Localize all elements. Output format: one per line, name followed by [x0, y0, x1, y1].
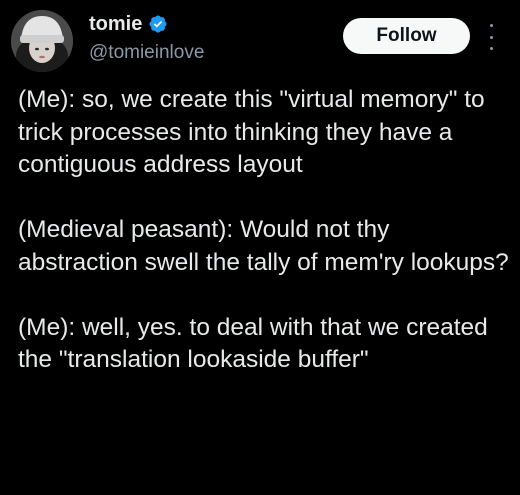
avatar[interactable] [11, 10, 73, 72]
more-options-icon[interactable] [486, 24, 496, 50]
tweet-paragraph: (Medieval peasant): Would not thy abstra… [18, 216, 509, 276]
verified-badge-icon [148, 14, 168, 34]
tweet-paragraph: (Me): so, we create this "virtual memory… [18, 86, 485, 178]
display-name[interactable]: tomie [89, 12, 142, 36]
display-name-row: tomie [89, 12, 168, 36]
follow-button[interactable]: Follow [343, 18, 470, 54]
tweet-card: tomie @tomieinlove Follow (Me): so, we c… [0, 0, 520, 495]
tweet-text: (Me): so, we create this "virtual memory… [18, 84, 513, 377]
tweet-paragraph: (Me): well, yes. to deal with that we cr… [18, 313, 488, 374]
user-handle[interactable]: @tomieinlove [89, 41, 204, 65]
avatar-image [11, 10, 73, 72]
